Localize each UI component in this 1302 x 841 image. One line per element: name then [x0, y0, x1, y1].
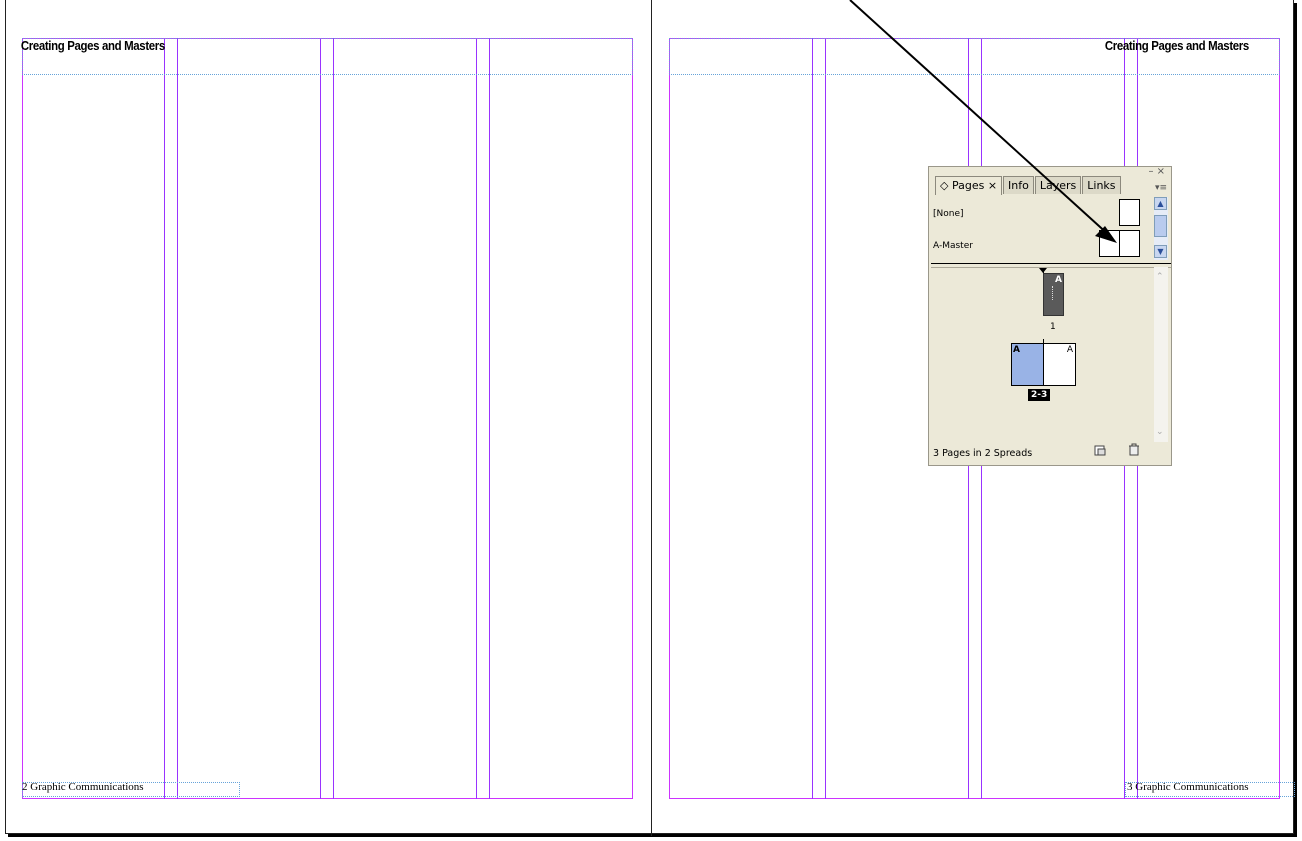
annotation-arrow — [849, 0, 1117, 243]
